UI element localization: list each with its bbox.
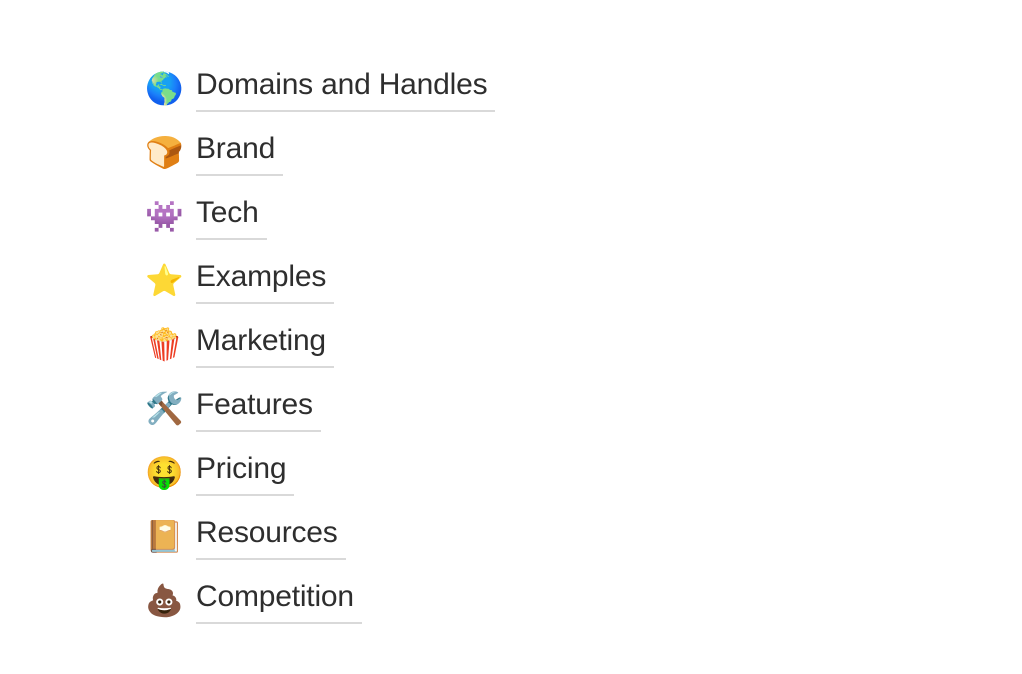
nav-link-underline [196,558,346,560]
nav-link-examples[interactable]: ⭐ Examples [145,250,487,314]
nav-link-underline [196,430,321,432]
nav-link-label: Features [196,388,313,421]
nav-link-underline [196,174,284,176]
hammer-and-wrench-icon: 🛠️ [145,390,184,427]
nav-link-label: Examples [196,260,327,293]
nav-link-underline [196,238,267,240]
nav-link-domains-and-handles[interactable]: 🌎 Domains and Handles [145,58,496,122]
nav-link-label: Resources [196,516,338,549]
link-list: 🌎 Domains and Handles 🍞 Brand 👾 Tech ⭐ Examples… [145,58,496,634]
nav-link-label-wrap: Features [196,388,321,432]
alien-monster-icon: 👾 [145,198,184,235]
nav-link-underline [196,110,496,112]
nav-link-label-wrap: Competition [196,580,362,624]
nav-link-tech[interactable]: 👾 Tech [145,186,487,250]
popcorn-icon: 🍿 [145,326,184,363]
pile-of-poo-icon: 💩 [145,582,184,619]
nav-link-label-wrap: Marketing [196,324,334,368]
money-mouth-face-icon: 🤑 [145,454,184,491]
nav-link-label: Marketing [196,324,326,357]
globe-americas-icon: 🌎 [145,70,184,107]
nav-link-underline [196,366,334,368]
nav-link-pricing[interactable]: 🤑 Pricing [145,442,487,506]
nav-link-underline [196,622,362,624]
nav-link-label-wrap: Pricing [196,452,295,496]
nav-link-underline [196,302,335,304]
nav-link-label-wrap: Resources [196,516,346,560]
nav-link-underline [196,494,295,496]
nav-link-resources[interactable]: 📔 Resources [145,506,487,570]
nav-link-label: Tech [196,196,259,229]
nav-link-label: Pricing [196,452,287,485]
nav-link-label: Brand [196,132,276,165]
star-icon: ⭐ [145,262,184,299]
bread-icon: 🍞 [145,134,184,171]
nav-link-label-wrap: Examples [196,260,335,304]
nav-link-brand[interactable]: 🍞 Brand [145,122,487,186]
nav-link-label-wrap: Brand [196,132,284,176]
nav-link-label-wrap: Tech [196,196,267,240]
nav-link-features[interactable]: 🛠️ Features [145,378,487,442]
nav-link-marketing[interactable]: 🍿 Marketing [145,314,487,378]
notebook-with-decorative-cover-icon: 📔 [145,518,184,555]
nav-link-label: Domains and Handles [196,68,488,101]
nav-link-label: Competition [196,580,354,613]
nav-link-label-wrap: Domains and Handles [196,68,496,112]
nav-link-competition[interactable]: 💩 Competition [145,570,487,634]
